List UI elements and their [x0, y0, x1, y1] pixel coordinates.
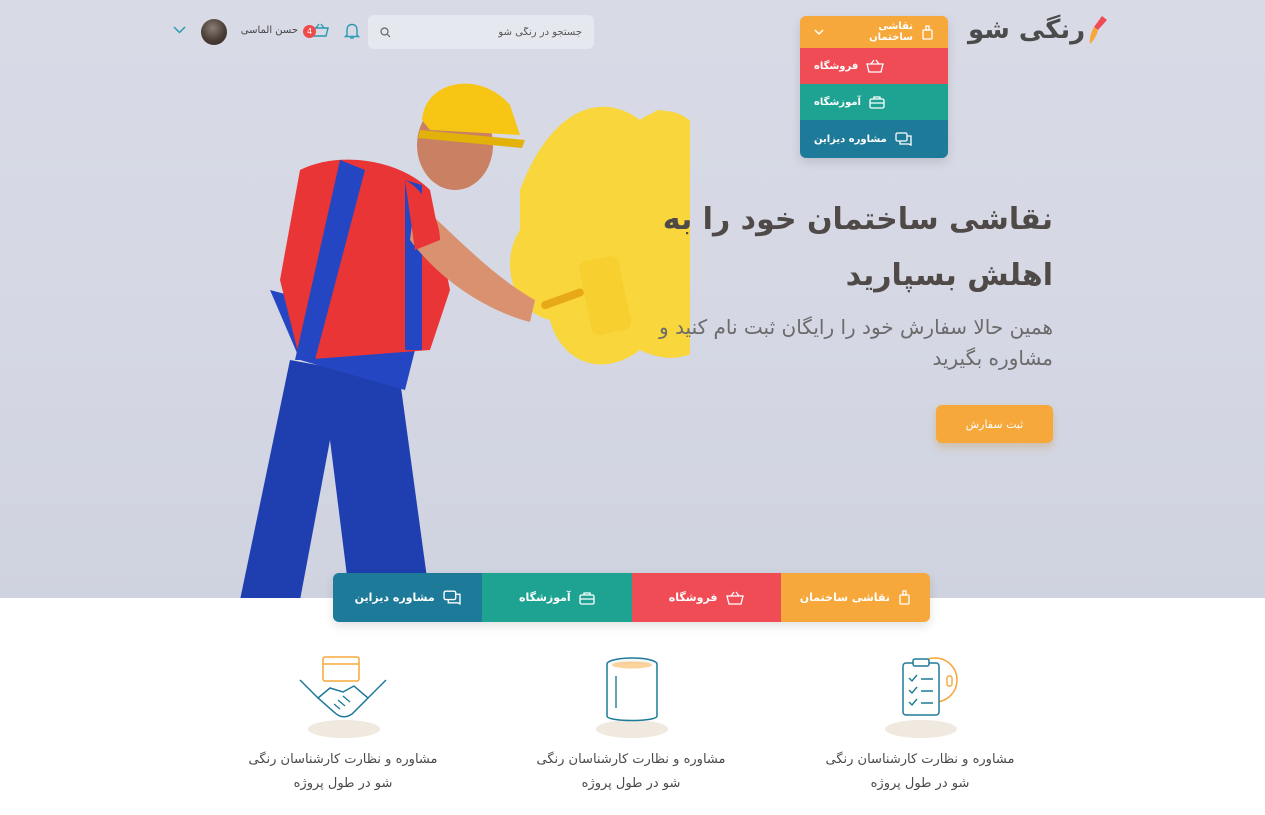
search-icon[interactable] — [380, 26, 391, 38]
logo-text: رنگی شو — [968, 15, 1086, 45]
hero-subline: همین حالا سفارش خود را رایگان ثبت نام کن… — [659, 315, 1053, 370]
search-bar — [368, 15, 594, 49]
user-name[interactable]: حسن الماسی — [236, 25, 298, 36]
feature-text: مشاوره و نظارت کارشناسان رنگی شو در طول … — [536, 752, 726, 791]
hero-section: رنگی شو نقاشی ساختمان فروشگاه آموزشگاه م… — [0, 0, 1265, 598]
paintbrush-icon — [1089, 16, 1108, 44]
tab-academy-label: آموزشگاه — [519, 591, 571, 604]
chat-bubbles-icon — [443, 590, 461, 605]
painter-illustration — [240, 83, 690, 598]
feature-item: مشاوره و نظارت کارشناسان رنگی شو در طول … — [820, 648, 1020, 796]
handshake-icon — [288, 648, 398, 738]
paint-bucket-icon — [922, 24, 933, 40]
briefcase-icon — [579, 591, 595, 605]
search-input[interactable] — [402, 26, 582, 38]
paint-bucket-icon — [899, 590, 910, 605]
basket-icon — [866, 59, 885, 73]
tab-design-label: مشاوره دیزاین — [354, 591, 435, 604]
tab-shop[interactable]: فروشگاه — [631, 573, 781, 622]
chevron-down-icon — [814, 29, 824, 35]
category-academy[interactable]: آموزشگاه — [800, 84, 948, 120]
feature-item: مشاوره و نظارت کارشناسان رنگی شو در طول … — [531, 648, 731, 796]
cart-button[interactable]: 4 — [303, 22, 330, 44]
cart-count-badge: 4 — [303, 25, 316, 38]
notification-bell-icon[interactable] — [344, 22, 360, 40]
category-dropdown: نقاشی ساختمان فروشگاه آموزشگاه مشاوره دی… — [800, 16, 948, 158]
feature-text: مشاوره و نظارت کارشناسان رنگی شو در طول … — [825, 752, 1015, 791]
briefcase-icon — [869, 96, 885, 109]
tab-shop-label: فروشگاه — [668, 591, 718, 604]
service-tabbar: مشاوره دیزاین آموزشگاه فروشگاه نقاشی ساخ… — [333, 573, 930, 622]
tab-painting-label: نقاشی ساختمان — [799, 591, 890, 604]
category-painting-label: نقاشی ساختمان — [869, 21, 913, 43]
tab-design[interactable]: مشاوره دیزاین — [333, 573, 483, 622]
basket-icon — [725, 591, 744, 605]
tab-painting[interactable]: نقاشی ساختمان — [780, 573, 930, 622]
category-design-label: مشاوره دیزاین — [814, 133, 887, 145]
order-button[interactable]: ثبت سفارش — [936, 405, 1053, 443]
feature-text: مشاوره و نظارت کارشناسان رنگی شو در طول … — [248, 752, 438, 791]
hero-headline: نقاشی ساختمان خود را به اهلش بسپارید — [662, 202, 1053, 293]
chevron-down-icon[interactable] — [173, 26, 186, 34]
tab-academy[interactable]: آموزشگاه — [482, 573, 632, 622]
category-shop-label: فروشگاه — [814, 60, 859, 72]
category-academy-label: آموزشگاه — [814, 96, 861, 108]
paint-bucket-icon — [576, 648, 686, 738]
brand-logo[interactable]: رنگی شو — [968, 14, 1109, 46]
category-painting[interactable]: نقاشی ساختمان — [800, 16, 948, 48]
checklist-icon — [865, 648, 975, 738]
avatar[interactable] — [201, 19, 227, 45]
chat-bubbles-icon — [895, 132, 912, 146]
category-shop[interactable]: فروشگاه — [800, 48, 948, 84]
category-design[interactable]: مشاوره دیزاین — [800, 120, 948, 158]
feature-item: مشاوره و نظارت کارشناسان رنگی شو در طول … — [243, 648, 443, 796]
